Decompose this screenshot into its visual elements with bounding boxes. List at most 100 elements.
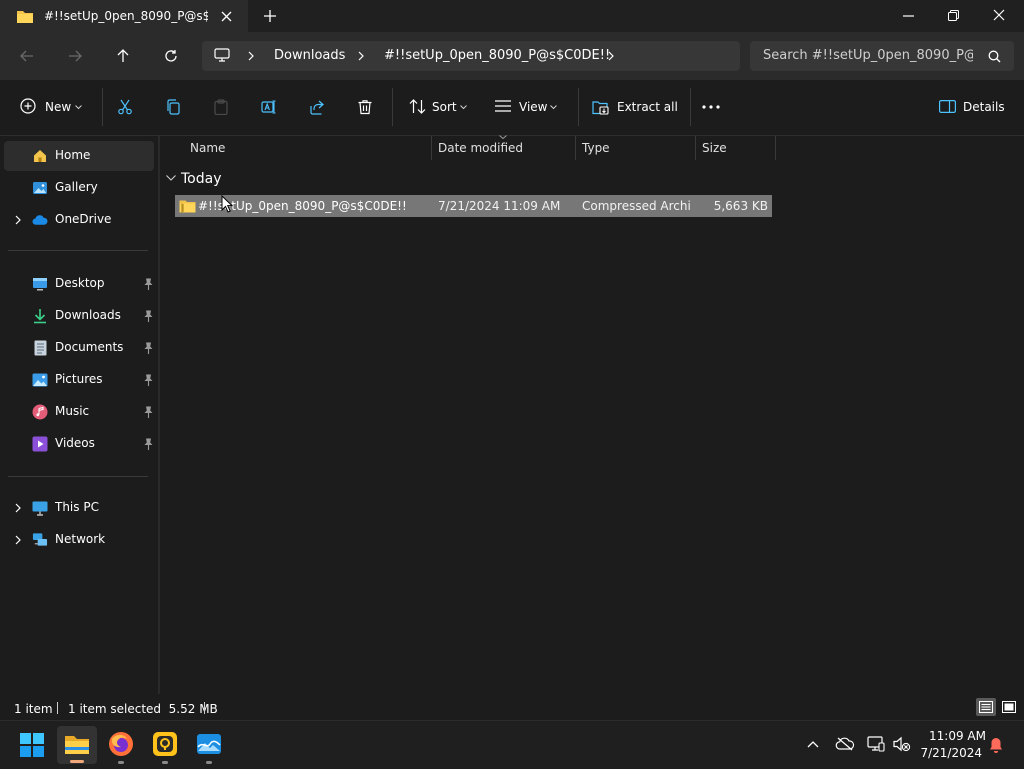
column-divider[interactable] xyxy=(431,136,432,160)
breadcrumb-current-folder[interactable]: #!!setUp_0pen_8090_P@s$C0DE!! xyxy=(384,48,610,63)
sidebar-item-label: Network xyxy=(55,532,106,546)
sidebar-item-label: Videos xyxy=(55,436,95,450)
file-date-modified: 7/21/2024 11:09 AM xyxy=(438,199,561,213)
home-icon xyxy=(32,148,48,164)
back-button[interactable] xyxy=(18,48,36,64)
group-header[interactable]: Today xyxy=(181,171,222,187)
details-label: Details xyxy=(963,100,1005,114)
chevron-right-icon[interactable] xyxy=(356,50,366,62)
table-row[interactable]: #!!setUp_0pen_8090_P@s$C0DE!! 7/21/2024 … xyxy=(175,195,772,217)
firefox-icon[interactable] xyxy=(108,731,134,757)
item-count: 1 item xyxy=(14,702,53,716)
column-divider[interactable] xyxy=(575,136,576,160)
forward-button[interactable] xyxy=(66,48,84,64)
details-view-icon[interactable] xyxy=(976,698,996,716)
computer-icon xyxy=(32,500,48,516)
notification-bell-icon[interactable] xyxy=(988,736,1004,754)
minimize-button[interactable] xyxy=(900,8,916,24)
sidebar-item-label: Pictures xyxy=(55,372,103,386)
chevron-right-icon[interactable] xyxy=(606,50,616,62)
volume-muted-icon[interactable] xyxy=(892,735,912,753)
breadcrumb-downloads[interactable]: Downloads xyxy=(274,48,345,63)
details-pane-icon xyxy=(938,99,956,113)
pin-icon[interactable] xyxy=(142,405,154,419)
windows-start-icon[interactable] xyxy=(20,733,44,757)
clock-time[interactable]: 11:09 AM xyxy=(916,729,986,743)
extract-icon xyxy=(592,98,610,115)
more-options-icon[interactable] xyxy=(700,98,722,116)
chevron-right-icon[interactable] xyxy=(246,50,256,62)
sidebar-item-label: OneDrive xyxy=(55,212,112,226)
sort-button[interactable]: Sort xyxy=(406,96,470,118)
close-tab-icon[interactable] xyxy=(218,8,234,24)
file-explorer-icon xyxy=(64,733,90,755)
sidebar-item-label: Gallery xyxy=(55,180,98,194)
pin-icon[interactable] xyxy=(142,341,154,355)
close-window-button[interactable] xyxy=(991,7,1007,23)
pin-icon[interactable] xyxy=(142,437,154,451)
pin-icon[interactable] xyxy=(142,309,154,323)
column-header-date-modified[interactable]: Date modified xyxy=(438,141,523,155)
paste-icon[interactable] xyxy=(212,98,230,116)
clock-date[interactable]: 7/21/2024 xyxy=(916,746,982,760)
tab-active[interactable]: #!!setUp_0pen_8090_P@s$C0DE!! xyxy=(0,0,248,32)
copy-icon[interactable] xyxy=(164,98,182,116)
taskbar: 11:09 AM 7/21/2024 xyxy=(0,720,1024,769)
column-divider[interactable] xyxy=(695,136,696,160)
sort-label: Sort xyxy=(432,100,457,114)
delete-icon[interactable] xyxy=(356,98,374,116)
search-icon[interactable] xyxy=(986,48,1002,64)
file-type: Compressed Archi... xyxy=(582,199,692,213)
details-button[interactable]: Details xyxy=(938,96,1008,118)
rename-icon[interactable] xyxy=(260,98,278,116)
search-placeholder: Search #!!setUp_0pen_8090_P@s xyxy=(763,48,973,63)
share-icon[interactable] xyxy=(308,98,326,116)
sidebar-item-desktop[interactable]: Desktop xyxy=(4,269,154,299)
column-divider[interactable] xyxy=(775,136,776,160)
tiles-view-icon[interactable] xyxy=(1000,698,1018,716)
mouse-cursor-icon xyxy=(221,195,233,213)
chevron-right-icon[interactable] xyxy=(12,502,24,514)
refresh-button[interactable] xyxy=(162,47,180,65)
cut-icon[interactable] xyxy=(116,98,134,116)
column-header-name[interactable]: Name xyxy=(190,141,225,155)
column-header-size[interactable]: Size xyxy=(702,141,727,155)
sidebar-item-music[interactable]: Music xyxy=(4,397,154,427)
search-input[interactable]: Search #!!setUp_0pen_8090_P@s xyxy=(750,41,1014,71)
collapse-group-icon[interactable] xyxy=(165,173,177,183)
sidebar-item-onedrive[interactable]: OneDrive xyxy=(4,205,154,235)
monitor-icon xyxy=(213,47,231,63)
chevron-down-icon xyxy=(74,103,82,111)
pocket-app-icon[interactable] xyxy=(152,731,178,757)
taskbar-file-explorer[interactable] xyxy=(57,726,97,764)
sidebar-item-gallery[interactable]: Gallery xyxy=(4,173,154,203)
restore-button[interactable] xyxy=(945,7,961,23)
sidebar-item-videos[interactable]: Videos xyxy=(4,429,154,459)
up-button[interactable] xyxy=(114,47,132,65)
chevron-up-icon[interactable] xyxy=(805,737,821,751)
extract-all-button[interactable]: Extract all xyxy=(592,96,678,118)
chevron-right-icon[interactable] xyxy=(12,214,24,226)
new-button[interactable]: New xyxy=(18,96,86,118)
photos-app-icon[interactable] xyxy=(196,731,222,757)
sidebar-item-home[interactable]: Home xyxy=(4,141,154,171)
chevron-right-icon[interactable] xyxy=(12,534,24,546)
pane-splitter[interactable] xyxy=(158,136,160,694)
sidebar-item-pictures[interactable]: Pictures xyxy=(4,365,154,395)
sidebar-item-label: This PC xyxy=(55,500,99,514)
plus-circle-icon xyxy=(20,98,36,114)
sidebar-item-this-pc[interactable]: This PC xyxy=(4,493,154,523)
sidebar-item-network[interactable]: Network xyxy=(4,525,154,555)
sidebar-item-downloads[interactable]: Downloads xyxy=(4,301,154,331)
pin-icon[interactable] xyxy=(142,277,154,291)
sidebar-item-label: Downloads xyxy=(55,308,121,322)
chevron-down-icon xyxy=(549,103,557,111)
column-header-type[interactable]: Type xyxy=(582,141,610,155)
new-tab-button[interactable] xyxy=(262,8,278,24)
onedrive-offline-icon[interactable] xyxy=(834,735,856,753)
display-icon[interactable] xyxy=(866,735,886,753)
pin-icon[interactable] xyxy=(142,373,154,387)
sidebar-item-documents[interactable]: Documents xyxy=(4,333,154,363)
tab-title: #!!setUp_0pen_8090_P@s$C0DE!! xyxy=(44,9,208,23)
view-button[interactable]: View xyxy=(494,96,562,118)
